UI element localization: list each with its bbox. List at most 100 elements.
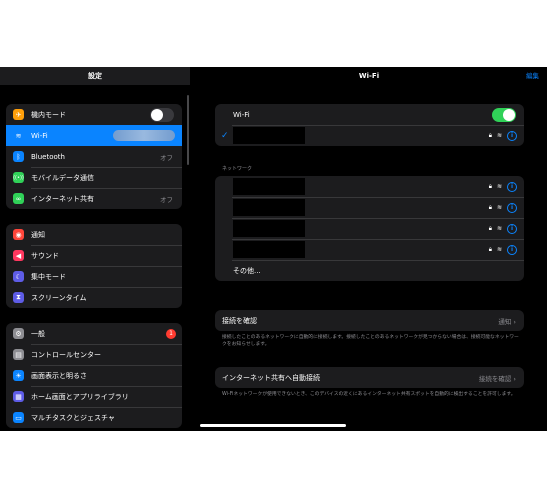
lock-icon: 🔒︎ (488, 182, 492, 190)
sidebar-item-label: ホーム画面とアプリライブラリ (31, 392, 129, 401)
wifi-toggle[interactable] (492, 107, 516, 122)
sidebar-item-label: スクリーンタイム (31, 293, 87, 302)
control-center-icon: ▤ (13, 349, 24, 360)
lock-icon: 🔒︎ (488, 224, 492, 232)
ask-to-join-group: 接続を確認 通知 › (215, 310, 524, 331)
brightness-icon: ☀ (13, 370, 24, 381)
general-gear-icon: ⚙ (13, 328, 24, 339)
sidebar-item-airplane-mode[interactable]: ✈ 機内モード (6, 104, 182, 125)
sidebar-item-label: コントロールセンター (31, 350, 101, 359)
focus-moon-icon: ☾ (13, 271, 24, 282)
sidebar-item-label: 機内モード (31, 110, 66, 119)
page-title: Wi-Fi (358, 72, 380, 80)
screen-time-icon: ⧗ (13, 292, 24, 303)
sidebar-scrollbar[interactable] (187, 95, 189, 165)
sound-icon: ◀ (13, 250, 24, 261)
hotspot-status: オフ (160, 195, 173, 204)
ask-to-join-row[interactable]: 接続を確認 通知 › (215, 310, 524, 331)
sidebar-item-screen-time[interactable]: ⧗ スクリーンタイム (6, 287, 182, 308)
wifi-label: Wi-Fi (233, 110, 250, 119)
sidebar-item-focus[interactable]: ☾ 集中モード (6, 266, 182, 287)
sidebar-item-label: モバイルデータ通信 (31, 173, 94, 182)
other-network-row[interactable]: その他... (215, 260, 524, 281)
wifi-signal-icon: ≋ (496, 132, 502, 139)
wifi-toggle-row: Wi-Fi (215, 104, 524, 125)
hotspot-icon: ∞ (13, 193, 24, 204)
notifications-icon: ◉ (13, 229, 24, 240)
sidebar-group-connectivity: ✈ 機内モード ≋ Wi-Fi ᛒ Bluetooth オフ ((•)) モバイ… (6, 104, 182, 209)
sidebar-item-label: インターネット共有 (31, 194, 94, 203)
wifi-signal-icon: ≋ (496, 225, 502, 232)
other-network-label: その他... (233, 266, 261, 275)
network-name-redacted (233, 127, 305, 144)
sidebar-item-wifi[interactable]: ≋ Wi-Fi (6, 125, 182, 146)
sidebar-item-label: マルチタスクとジェスチャ (31, 413, 115, 422)
sidebar-item-label: 集中モード (31, 272, 66, 281)
home-screen-icon: ▦ (13, 391, 24, 402)
sidebar-item-label: 通知 (31, 230, 45, 239)
auto-hotspot-footnote: Wi-Fiネットワークが使用できないとき、このデバイスの近くにあるインターネット… (222, 392, 516, 397)
connected-network-row[interactable]: ✓ 🔒︎ ≋ i (215, 125, 524, 146)
wifi-detail-pane: Wi-Fi 編集 Wi-Fi ✓ 🔒︎ ≋ i ネットワーク 🔒︎ ≋ i 🔒︎… (191, 67, 547, 431)
airplane-mode-toggle[interactable] (150, 107, 174, 122)
sidebar-title: 設定 (0, 67, 190, 85)
update-badge: 1 (166, 328, 176, 339)
ask-to-join-footnote: 接続したことのあるネットワークに自動的に接続します。接続したことのあるネットワー… (222, 335, 519, 347)
sidebar-item-home-screen[interactable]: ▦ ホーム画面とアプリライブラリ (6, 386, 182, 407)
auto-hotspot-value: 接続を確認 › (478, 374, 516, 383)
networks-list: 🔒︎ ≋ i 🔒︎ ≋ i 🔒︎ ≋ i 🔒︎ ≋ i その他... (215, 176, 524, 281)
sidebar-item-bluetooth[interactable]: ᛒ Bluetooth オフ (6, 146, 182, 167)
bluetooth-icon: ᛒ (13, 151, 24, 162)
sidebar-item-multitasking[interactable]: ▭ マルチタスクとジェスチャ (6, 407, 182, 428)
sidebar-group-general: ⚙ 一般 1 ▤ コントロールセンター ☀ 画面表示と明るさ ▦ ホーム画面とア… (6, 323, 182, 428)
wifi-signal-icon: ≋ (496, 183, 502, 190)
network-row[interactable]: 🔒︎ ≋ i (215, 176, 524, 197)
auto-hotspot-row[interactable]: インターネット共有へ自動接続 接続を確認 › (215, 367, 524, 388)
sidebar-item-general[interactable]: ⚙ 一般 1 (6, 323, 182, 344)
sidebar-item-label: Wi-Fi (31, 131, 48, 140)
edit-button[interactable]: 編集 (526, 67, 539, 85)
sidebar-item-label: Bluetooth (31, 152, 65, 161)
sidebar-item-label: 画面表示と明るさ (31, 371, 87, 380)
info-icon[interactable]: i (507, 181, 517, 192)
connected-network-name-redacted (113, 130, 175, 141)
network-row[interactable]: 🔒︎ ≋ i (215, 197, 524, 218)
home-indicator[interactable] (200, 424, 346, 427)
network-row[interactable]: 🔒︎ ≋ i (215, 239, 524, 260)
cellular-icon: ((•)) (13, 172, 24, 183)
ask-to-join-label: 接続を確認 (222, 316, 257, 325)
sidebar-item-cellular[interactable]: ((•)) モバイルデータ通信 (6, 167, 182, 188)
network-row[interactable]: 🔒︎ ≋ i (215, 218, 524, 239)
sidebar-item-label: 一般 (31, 329, 45, 338)
info-icon[interactable]: i (507, 244, 517, 255)
network-name-redacted (233, 178, 305, 195)
sidebar-item-hotspot[interactable]: ∞ インターネット共有 オフ (6, 188, 182, 209)
sidebar-item-display-brightness[interactable]: ☀ 画面表示と明るさ (6, 365, 182, 386)
checkmark-icon: ✓ (221, 130, 229, 141)
sidebar-item-sound[interactable]: ◀ サウンド (6, 245, 182, 266)
wifi-icon: ≋ (13, 130, 24, 141)
info-icon[interactable]: i (507, 223, 517, 234)
wifi-signal-icon: ≋ (496, 246, 502, 253)
ipad-screen: 設定 ✈ 機内モード ≋ Wi-Fi ᛒ Bluetooth オフ ((•)) (0, 67, 547, 431)
info-icon[interactable]: i (507, 202, 517, 213)
sidebar-item-label: サウンド (31, 251, 59, 260)
multitasking-icon: ▭ (13, 412, 24, 423)
lock-icon: 🔒︎ (488, 131, 492, 139)
network-name-redacted (233, 241, 305, 258)
lock-icon: 🔒︎ (488, 245, 492, 253)
networks-section-header: ネットワーク (222, 166, 253, 172)
lock-icon: 🔒︎ (488, 203, 492, 211)
sidebar-item-notifications[interactable]: ◉ 通知 (6, 224, 182, 245)
network-name-redacted (233, 220, 305, 237)
sidebar-item-control-center[interactable]: ▤ コントロールセンター (6, 344, 182, 365)
auto-hotspot-label: インターネット共有へ自動接続 (222, 373, 320, 382)
info-icon[interactable]: i (507, 130, 517, 141)
settings-sidebar: 設定 ✈ 機内モード ≋ Wi-Fi ᛒ Bluetooth オフ ((•)) (0, 67, 190, 431)
sidebar-group-notifications: ◉ 通知 ◀ サウンド ☾ 集中モード ⧗ スクリーンタイム (6, 224, 182, 308)
bluetooth-status: オフ (160, 153, 173, 162)
network-name-redacted (233, 199, 305, 216)
wifi-toggle-group: Wi-Fi ✓ 🔒︎ ≋ i (215, 104, 524, 146)
wifi-signal-icon: ≋ (496, 204, 502, 211)
airplane-icon: ✈ (13, 109, 24, 120)
